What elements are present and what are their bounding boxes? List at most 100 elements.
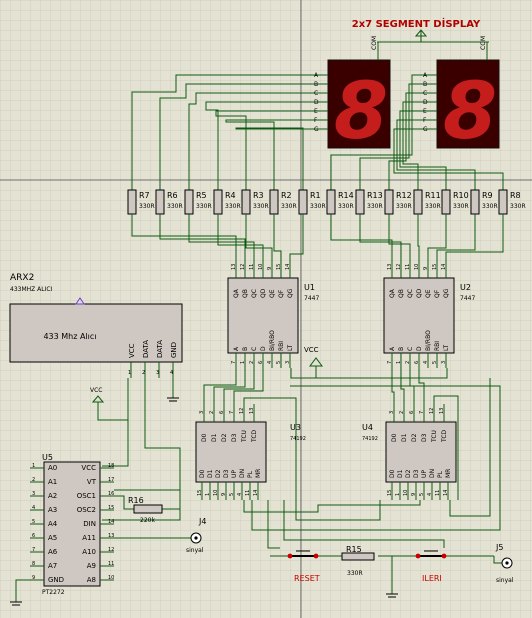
- counter-pin-label: D1: [211, 433, 218, 442]
- counter-pin-num: 15: [387, 490, 393, 496]
- segment-pin-label-F: F: [423, 117, 427, 124]
- u5-pin-num: 8: [32, 561, 35, 567]
- counter-pin-num: 10: [403, 490, 409, 496]
- resistor-body: [441, 189, 451, 215]
- receiver-pin-num: 4: [170, 370, 173, 376]
- decoder-pin-label: B: [242, 347, 249, 351]
- counter-pin-num: 13: [249, 408, 255, 414]
- vcc-label-decoder: VCC: [304, 346, 319, 354]
- resistor-name: R4: [225, 191, 236, 200]
- receiver-pin-num: 3: [156, 370, 159, 376]
- decoder-name: U2: [460, 283, 471, 292]
- receiver-pin-label: DATA: [142, 340, 150, 358]
- counter-pin-label: D3: [413, 469, 420, 478]
- resistor-value: 220k: [140, 517, 155, 524]
- resistor-name: R8: [510, 191, 521, 200]
- u5-pin-label: A2: [48, 492, 57, 500]
- u5-pin-label: A11: [82, 534, 96, 542]
- u5-pin-label: OSC1: [77, 492, 96, 500]
- button-terminal: [441, 553, 447, 559]
- segment-pin-label-D: D: [314, 99, 319, 106]
- diagram-title: 2x7 SEGMENT DİSPLAY: [352, 16, 481, 30]
- counter-pin-num: 4: [237, 493, 243, 496]
- u5-pin-label: A5: [48, 534, 57, 542]
- decoder-pin-num: 2: [405, 361, 411, 364]
- u5-pin-label: OSC2: [77, 506, 96, 514]
- resistor-value: 330R: [167, 203, 183, 210]
- counter-pin-num: 11: [245, 490, 251, 496]
- resistor-name: R12: [396, 191, 412, 200]
- segment-pin-label-C: C: [423, 90, 427, 97]
- receiver-pin-num: 2: [142, 370, 145, 376]
- decoder-part: 7447: [460, 295, 475, 302]
- resistor-value: 330R: [281, 203, 297, 210]
- u5-pin-num: 4: [32, 505, 35, 511]
- counter-pin-label: MR: [255, 469, 262, 478]
- resistor-name: R9: [482, 191, 493, 200]
- decoder-pin-num: 6: [258, 361, 264, 364]
- resistor-value: 330R: [510, 203, 526, 210]
- resistor-name: R2: [281, 191, 292, 200]
- resistor-body: [241, 189, 251, 215]
- counter-pin-label: D2: [405, 469, 412, 478]
- counter-pin-num: 6: [219, 411, 225, 414]
- counter-pin-label: TCU: [241, 430, 248, 443]
- counter-pin-num: 5: [419, 493, 425, 496]
- u5-pin-label: A9: [87, 562, 96, 570]
- counter-pin-label: UP: [421, 470, 428, 478]
- decoder-pin-label: QC: [407, 289, 414, 298]
- segment-pin-label-E: E: [423, 108, 427, 115]
- decoder-pin-label: QD: [260, 288, 267, 298]
- resistor-body: [470, 189, 480, 215]
- resistor-r15-body: [341, 552, 375, 561]
- counter-pin-label: D0: [201, 433, 208, 442]
- counter-pin-num: 6: [409, 411, 415, 414]
- resistor-body: [269, 189, 279, 215]
- counter-pin-num: 7: [229, 411, 235, 414]
- u5-pin-num: 3: [32, 491, 35, 497]
- decoder-pin-label: C: [251, 347, 258, 351]
- counter-pin-label: D2: [411, 433, 418, 442]
- counter-pin-num: 7: [419, 411, 425, 414]
- u5-pin-num: 7: [32, 547, 35, 553]
- counter-pin-label: MR: [445, 469, 452, 478]
- resistor-name: R3: [253, 191, 264, 200]
- resistor-name: R1: [310, 191, 321, 200]
- resistor-body: [355, 189, 365, 215]
- decoder-pin-num: 3: [285, 361, 291, 364]
- counter-pin-label: D0: [391, 433, 398, 442]
- resistor-name: R7: [139, 191, 150, 200]
- segment-pin-label-F: F: [314, 117, 318, 124]
- display-digit: 8: [334, 67, 388, 157]
- counter-pin-num: 5: [229, 493, 235, 496]
- counter-pin-label: D0: [199, 469, 206, 478]
- counter-pin-label: D2: [215, 469, 222, 478]
- u5-pin-label: A8: [87, 576, 96, 584]
- u5-pin-label: A4: [48, 520, 58, 528]
- counter-pin-label: UP: [231, 470, 238, 478]
- display-digit: 8: [443, 67, 497, 157]
- counter-name: U4: [362, 423, 373, 432]
- u5-pin-label: A0: [48, 464, 57, 472]
- decoder-pin-num: 15: [276, 264, 282, 270]
- decoder-pin-num: 10: [414, 264, 420, 270]
- u5-pin-num: 1: [32, 463, 35, 469]
- counter-pin-label: D3: [231, 433, 238, 442]
- decoder-pin-num: 12: [396, 264, 402, 270]
- resistor-body: [155, 189, 165, 215]
- counter-pin-num: 3: [389, 411, 395, 414]
- decoder-pin-num: 4: [423, 361, 429, 364]
- decoder-pin-num: 10: [258, 264, 264, 270]
- decoder-pin-label: QD: [416, 288, 423, 298]
- counter-pin-num: 10: [213, 490, 219, 496]
- counter-part: 74192: [362, 436, 378, 442]
- decoder-pin-num: 13: [231, 264, 237, 270]
- resistor-body: [498, 189, 508, 215]
- u5-pin-num: 17: [108, 477, 114, 483]
- segment-pin-label-B: B: [314, 81, 318, 88]
- u5-pin-num: 13: [108, 533, 114, 539]
- resistor-r15-value: 330R: [347, 570, 363, 577]
- terminal-j5-label: sinyal: [496, 577, 514, 584]
- receiver-name: ARX2: [10, 273, 34, 283]
- segment-pin-label-B: B: [423, 81, 427, 88]
